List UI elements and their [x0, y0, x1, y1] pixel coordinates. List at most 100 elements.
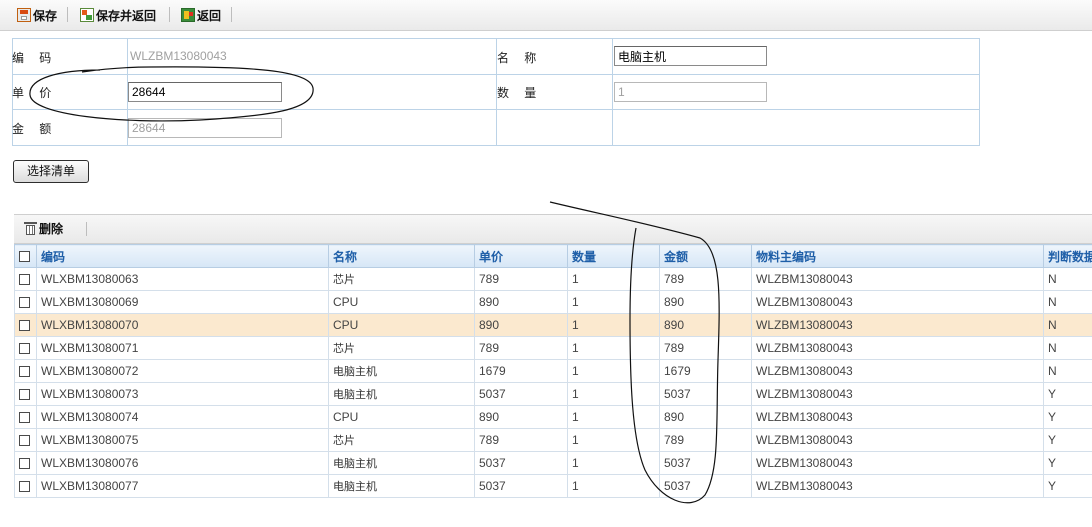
- table-row[interactable]: WLXBM13080069 CPU 890 1 890 WLZBM1308004…: [14, 290, 1092, 314]
- row-select-cell: [14, 382, 37, 406]
- table-row[interactable]: WLXBM13080074 CPU 890 1 890 WLZBM1308004…: [14, 405, 1092, 429]
- cell-name: CPU: [328, 313, 475, 337]
- column-header-name[interactable]: 名称: [328, 244, 475, 268]
- table-row[interactable]: WLXBM13080076 电脑主机 5037 1 5037 WLZBM1308…: [14, 451, 1092, 475]
- cell-quantity: 1: [567, 428, 660, 452]
- row-checkbox[interactable]: [19, 366, 30, 378]
- code-value: WLZBM13080043: [130, 49, 227, 63]
- cell-master-code: WLZBM13080043: [751, 267, 1044, 291]
- cell-name: 电脑主机: [328, 474, 475, 498]
- cell-code: WLXBM13080069: [36, 290, 329, 314]
- select-all-checkbox[interactable]: [19, 251, 30, 262]
- cell-code: WLXBM13080074: [36, 405, 329, 429]
- quantity-input[interactable]: [614, 82, 767, 102]
- row-checkbox[interactable]: [19, 389, 30, 401]
- row-checkbox[interactable]: [19, 274, 30, 286]
- cell-code: WLXBM13080070: [36, 313, 329, 337]
- save-button[interactable]: 保存: [17, 6, 57, 24]
- table-row[interactable]: WLXBM13080073 电脑主机 5037 1 5037 WLZBM1308…: [14, 382, 1092, 406]
- cell-flag: Y: [1043, 382, 1092, 406]
- column-header-price[interactable]: 单价: [474, 244, 568, 268]
- row-checkbox[interactable]: [19, 297, 30, 309]
- cell-flag: Y: [1043, 405, 1092, 429]
- table-row-selected[interactable]: WLXBM13080070 CPU 890 1 890 WLZBM1308004…: [14, 313, 1092, 337]
- trash-icon: [24, 221, 37, 236]
- delete-label: 删除: [39, 222, 64, 236]
- row-checkbox[interactable]: [19, 481, 30, 493]
- cell-name: 电脑主机: [328, 359, 475, 383]
- cell-master-code: WLZBM13080043: [751, 336, 1044, 360]
- cell-master-code: WLZBM13080043: [751, 359, 1044, 383]
- cell-amount: 890: [659, 290, 752, 314]
- save-and-return-label: 保存并返回: [96, 8, 157, 23]
- cell-name: 芯片: [328, 428, 475, 452]
- cell-price: 789: [474, 267, 568, 291]
- cell-quantity: 1: [567, 267, 660, 291]
- cell-master-code: WLZBM13080043: [751, 405, 1044, 429]
- price-input[interactable]: [128, 82, 282, 102]
- column-header-quantity[interactable]: 数量: [567, 244, 660, 268]
- row-select-cell: [14, 290, 37, 314]
- table-row[interactable]: WLXBM13080063 芯片 789 1 789 WLZBM13080043…: [14, 267, 1092, 291]
- cell-flag: Y: [1043, 451, 1092, 475]
- cell-flag: N: [1043, 267, 1092, 291]
- row-checkbox[interactable]: [19, 458, 30, 470]
- delete-button[interactable]: 删除: [24, 220, 63, 237]
- table-row[interactable]: WLXBM13080071 芯片 789 1 789 WLZBM13080043…: [14, 336, 1092, 360]
- cell-master-code: WLZBM13080043: [751, 474, 1044, 498]
- row-checkbox[interactable]: [19, 320, 30, 332]
- cell-quantity: 1: [567, 313, 660, 337]
- toolbar-divider: [67, 7, 68, 22]
- row-select-cell: [14, 336, 37, 360]
- row-select-cell: [14, 405, 37, 429]
- select-list-button[interactable]: 选择清单: [13, 160, 89, 183]
- cell-master-code: WLZBM13080043: [751, 290, 1044, 314]
- price-label: 单 价: [12, 86, 52, 100]
- row-select-cell: [14, 451, 37, 475]
- row-checkbox[interactable]: [19, 412, 30, 424]
- cell-amount: 5037: [659, 382, 752, 406]
- cell-name: CPU: [328, 290, 475, 314]
- row-checkbox[interactable]: [19, 343, 30, 355]
- save-icon: [17, 8, 31, 22]
- cell-code: WLXBM13080073: [36, 382, 329, 406]
- cell-code: WLXBM13080076: [36, 451, 329, 475]
- cell-quantity: 1: [567, 382, 660, 406]
- table-row[interactable]: WLXBM13080072 电脑主机 1679 1 1679 WLZBM1308…: [14, 359, 1092, 383]
- cell-flag: N: [1043, 359, 1092, 383]
- cell-amount: 1679: [659, 359, 752, 383]
- column-header-amount[interactable]: 金额: [659, 244, 752, 268]
- cell-quantity: 1: [567, 290, 660, 314]
- toolbar-divider: [169, 7, 170, 22]
- quantity-label: 数 量: [497, 86, 537, 100]
- cell-flag: N: [1043, 313, 1092, 337]
- cell-quantity: 1: [567, 474, 660, 498]
- column-header-master-code[interactable]: 物料主编码: [751, 244, 1044, 268]
- amount-input[interactable]: [128, 118, 282, 138]
- amount-label: 金 额: [12, 122, 52, 136]
- save-and-return-button[interactable]: 保存并返回: [80, 6, 156, 24]
- cell-price: 1679: [474, 359, 568, 383]
- table-row[interactable]: WLXBM13080077 电脑主机 5037 1 5037 WLZBM1308…: [14, 474, 1092, 498]
- column-header-flag[interactable]: 判断数据: [1043, 244, 1092, 268]
- column-header-code[interactable]: 编码: [36, 244, 329, 268]
- cell-code: WLXBM13080077: [36, 474, 329, 498]
- top-toolbar: 保存 保存并返回 返回: [0, 0, 1092, 31]
- name-input[interactable]: [614, 46, 767, 66]
- table-row[interactable]: WLXBM13080075 芯片 789 1 789 WLZBM13080043…: [14, 428, 1092, 452]
- cell-price: 789: [474, 428, 568, 452]
- cell-amount: 789: [659, 267, 752, 291]
- cell-name: 电脑主机: [328, 382, 475, 406]
- back-icon: [181, 8, 195, 22]
- back-button[interactable]: 返回: [181, 6, 221, 24]
- cell-amount: 890: [659, 313, 752, 337]
- cell-master-code: WLZBM13080043: [751, 428, 1044, 452]
- select-all-cell: [14, 244, 37, 268]
- cell-master-code: WLZBM13080043: [751, 382, 1044, 406]
- row-select-cell: [14, 474, 37, 498]
- form-cell: [496, 109, 613, 146]
- row-select-cell: [14, 313, 37, 337]
- grid-toolbar: 删除: [14, 214, 1092, 244]
- cell-name: 电脑主机: [328, 451, 475, 475]
- row-checkbox[interactable]: [19, 435, 30, 447]
